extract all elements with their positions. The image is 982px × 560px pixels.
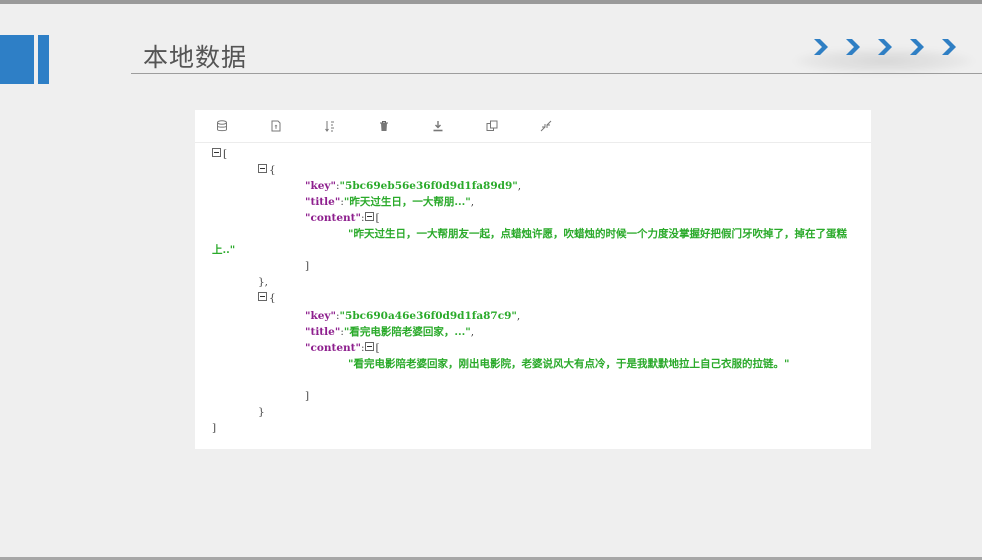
field-label: "key" <box>305 310 336 322</box>
chevron-right-icon <box>874 36 900 58</box>
field-value: "5bc69eb56e36f0d9d1fa89d9" <box>339 180 518 192</box>
field-row-content: "content":[ <box>305 212 380 224</box>
field-value: "5bc690a46e36f0d9d1fa87c9" <box>339 310 517 322</box>
collapse-toggle[interactable] <box>364 212 374 221</box>
chevron-decoration <box>810 36 964 58</box>
array-close-bracket: ] <box>305 390 310 402</box>
field-value: "看完电影陪老婆回家，..." <box>343 326 471 338</box>
field-row-key: "key":"5bc69eb56e36f0d9d1fa89d9", <box>305 180 522 192</box>
chevron-right-icon <box>842 36 868 58</box>
top-rule <box>0 0 982 4</box>
database-icon[interactable] <box>215 119 229 133</box>
array-close-row: ] <box>305 258 309 274</box>
field-label: "content" <box>305 212 361 224</box>
chevron-right-icon <box>906 36 932 58</box>
field-value: "昨天过生日，一大帮朋..." <box>343 196 471 208</box>
collapse-icon[interactable] <box>539 119 553 133</box>
copy-icon[interactable] <box>485 119 499 133</box>
download-icon[interactable] <box>431 119 445 133</box>
collapse-toggle[interactable] <box>258 292 267 301</box>
editor-toolbar <box>195 110 871 143</box>
page-title: 本地数据 <box>143 43 248 72</box>
accent-bar-narrow <box>38 35 49 84</box>
object-open-brace: { <box>269 164 276 176</box>
chevron-right-icon <box>938 36 964 58</box>
field-label: "key" <box>305 180 336 192</box>
content-string: "看完电影陪老婆回家，刚出电影院，老婆说风大有点冷，于是我默默地拉上自己衣服的拉… <box>348 358 790 370</box>
root-row: [ <box>212 146 227 162</box>
collapse-toggle[interactable] <box>364 342 374 351</box>
collapse-toggle[interactable] <box>212 148 221 157</box>
field-label: "title" <box>305 196 341 208</box>
trash-icon[interactable] <box>377 119 391 133</box>
accent-bar-wide <box>0 35 34 84</box>
content-text: "看完电影陪老婆回家，刚出电影院，老婆说风大有点冷，于是我默默地拉上自己衣服的拉… <box>212 356 852 372</box>
array-open-bracket: [ <box>375 342 380 354</box>
root-close-bracket: ] <box>212 422 217 434</box>
array-open-bracket: [ <box>375 212 380 224</box>
array-close-row: ] <box>305 388 309 404</box>
content-string: "昨天过生日，一大帮朋友一起，点蜡烛许愿，吹蜡烛的时候一个力度没掌握好把假门牙吹… <box>212 228 847 256</box>
field-row-title: "title":"昨天过生日，一大帮朋...", <box>305 196 475 208</box>
field-row-key: "key":"5bc690a46e36f0d9d1fa87c9", <box>305 310 521 322</box>
root-close-row: ] <box>212 420 216 436</box>
root-open-bracket: [ <box>223 148 228 160</box>
object-row: { <box>258 290 276 306</box>
chevron-right-icon <box>810 36 836 58</box>
sort-icon[interactable] <box>323 119 337 133</box>
object-row: { <box>258 162 276 178</box>
array-close-bracket: ] <box>305 260 310 272</box>
field-row-title: "title":"看完电影陪老婆回家，...", <box>305 326 475 338</box>
object-close-brace: } <box>258 406 265 418</box>
content-text: "昨天过生日，一大帮朋友一起，点蜡烛许愿，吹蜡烛的时候一个力度没掌握好把假门牙吹… <box>212 226 852 258</box>
object-close-row: } <box>258 404 265 420</box>
object-close-row: }, <box>258 274 268 290</box>
object-open-brace: { <box>269 292 276 304</box>
file-icon[interactable] <box>269 119 283 133</box>
field-row-content: "content":[ <box>305 342 380 354</box>
field-label: "content" <box>305 342 361 354</box>
object-close-brace: }, <box>258 276 269 288</box>
json-editor: [ { "key":"5bc69eb56e36f0d9d1fa89d9", "t… <box>195 110 871 449</box>
collapse-toggle[interactable] <box>258 164 267 173</box>
field-label: "title" <box>305 326 341 338</box>
